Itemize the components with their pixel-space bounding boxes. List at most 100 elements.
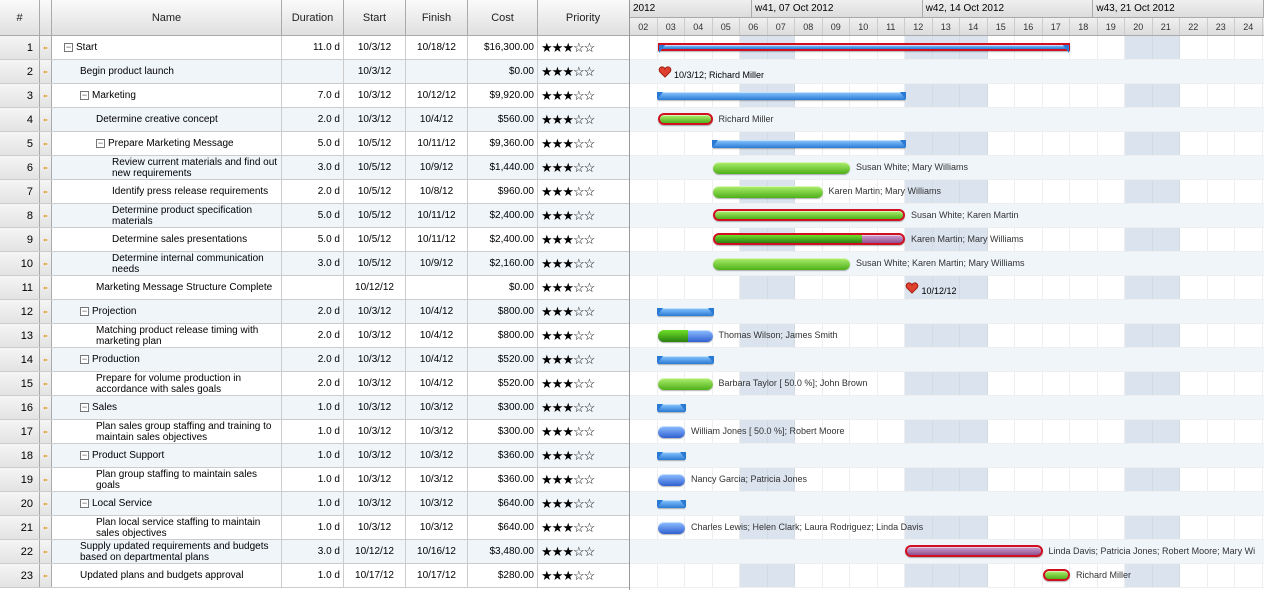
row-link-icon[interactable] — [40, 276, 52, 299]
task-name-cell[interactable]: −Start — [52, 36, 282, 59]
start-cell[interactable]: 10/3/12 — [344, 36, 406, 59]
row-link-icon[interactable] — [40, 204, 52, 227]
table-row[interactable]: 10 Determine internal communication need… — [0, 252, 629, 276]
priority-cell[interactable]: ★★★☆☆ — [538, 492, 628, 515]
cost-cell[interactable]: $520.00 — [468, 372, 538, 395]
gantt-row[interactable] — [630, 132, 1264, 156]
row-number[interactable]: 22 — [0, 540, 40, 563]
gantt-bar[interactable] — [658, 426, 686, 438]
task-name-cell[interactable]: Identify press release requirements — [52, 180, 282, 203]
row-link-icon[interactable] — [40, 372, 52, 395]
gantt-row[interactable] — [630, 492, 1264, 516]
finish-cell[interactable]: 10/9/12 — [406, 252, 468, 275]
duration-cell[interactable]: 3.0 d — [282, 540, 344, 563]
duration-cell[interactable] — [282, 276, 344, 299]
col-header-finish[interactable]: Finish — [406, 0, 468, 35]
outline-toggle[interactable]: − — [80, 451, 89, 460]
table-row[interactable]: 17 Plan sales group staffing and trainin… — [0, 420, 629, 444]
duration-cell[interactable]: 2.0 d — [282, 300, 344, 323]
row-number[interactable]: 8 — [0, 204, 40, 227]
row-number[interactable]: 19 — [0, 468, 40, 491]
cost-cell[interactable]: $2,400.00 — [468, 204, 538, 227]
start-cell[interactable]: 10/3/12 — [344, 348, 406, 371]
priority-cell[interactable]: ★★★☆☆ — [538, 564, 628, 587]
gantt-bar[interactable] — [658, 500, 686, 508]
cost-cell[interactable]: $520.00 — [468, 348, 538, 371]
task-name-cell[interactable]: Determine sales presentations — [52, 228, 282, 251]
row-number[interactable]: 20 — [0, 492, 40, 515]
gantt-bar[interactable] — [658, 330, 713, 342]
row-number[interactable]: 4 — [0, 108, 40, 131]
cost-cell[interactable]: $360.00 — [468, 468, 538, 491]
task-name-cell[interactable]: Determine creative concept — [52, 108, 282, 131]
gantt-row[interactable]: 10/3/12; Richard Miller — [630, 60, 1264, 84]
row-number[interactable]: 6 — [0, 156, 40, 179]
start-cell[interactable]: 10/12/12 — [344, 540, 406, 563]
finish-cell[interactable]: 10/3/12 — [406, 468, 468, 491]
start-cell[interactable]: 10/5/12 — [344, 180, 406, 203]
row-link-icon[interactable] — [40, 516, 52, 539]
table-row[interactable]: 7 Identify press release requirements 2.… — [0, 180, 629, 204]
gantt-bar[interactable] — [713, 233, 906, 245]
outline-toggle[interactable]: − — [80, 499, 89, 508]
table-row[interactable]: 8 Determine product specification materi… — [0, 204, 629, 228]
task-name-cell[interactable]: Plan local service staffing to maintain … — [52, 516, 282, 539]
row-link-icon[interactable] — [40, 132, 52, 155]
table-row[interactable]: 4 Determine creative concept 2.0 d 10/3/… — [0, 108, 629, 132]
table-row[interactable]: 11 Marketing Message Structure Complete … — [0, 276, 629, 300]
gantt-row[interactable]: Richard Miller — [630, 564, 1264, 588]
start-cell[interactable]: 10/17/12 — [344, 564, 406, 587]
priority-cell[interactable]: ★★★☆☆ — [538, 300, 628, 323]
col-header-cost[interactable]: Cost — [468, 0, 538, 35]
gantt-bar[interactable] — [1043, 569, 1071, 581]
col-header-name[interactable]: Name — [52, 0, 282, 35]
duration-cell[interactable]: 2.0 d — [282, 180, 344, 203]
row-number[interactable]: 2 — [0, 60, 40, 83]
gantt-bar[interactable] — [658, 522, 686, 534]
duration-cell[interactable]: 1.0 d — [282, 468, 344, 491]
priority-cell[interactable]: ★★★☆☆ — [538, 204, 628, 227]
table-row[interactable]: 20 −Local Service 1.0 d 10/3/12 10/3/12 … — [0, 492, 629, 516]
finish-cell[interactable]: 10/8/12 — [406, 180, 468, 203]
milestone[interactable]: 10/3/12; Richard Miller — [658, 66, 765, 80]
priority-cell[interactable]: ★★★☆☆ — [538, 60, 628, 83]
task-name-cell[interactable]: −Projection — [52, 300, 282, 323]
gantt-bar[interactable] — [658, 404, 686, 412]
row-link-icon[interactable] — [40, 492, 52, 515]
table-row[interactable]: 12 −Projection 2.0 d 10/3/12 10/4/12 $80… — [0, 300, 629, 324]
finish-cell[interactable]: 10/3/12 — [406, 492, 468, 515]
start-cell[interactable]: 10/3/12 — [344, 420, 406, 443]
finish-cell[interactable]: 10/16/12 — [406, 540, 468, 563]
duration-cell[interactable]: 11.0 d — [282, 36, 344, 59]
row-number[interactable]: 21 — [0, 516, 40, 539]
priority-cell[interactable]: ★★★☆☆ — [538, 180, 628, 203]
gantt-row[interactable]: Barbara Taylor [ 50.0 %]; John Brown — [630, 372, 1264, 396]
row-link-icon[interactable] — [40, 108, 52, 131]
gantt-row[interactable] — [630, 84, 1264, 108]
finish-cell[interactable]: 10/4/12 — [406, 348, 468, 371]
start-cell[interactable]: 10/3/12 — [344, 84, 406, 107]
start-cell[interactable]: 10/3/12 — [344, 372, 406, 395]
table-row[interactable]: 15 Prepare for volume production in acco… — [0, 372, 629, 396]
task-name-cell[interactable]: Determine product specification material… — [52, 204, 282, 227]
duration-cell[interactable]: 5.0 d — [282, 132, 344, 155]
row-number[interactable]: 16 — [0, 396, 40, 419]
cost-cell[interactable]: $1,440.00 — [468, 156, 538, 179]
finish-cell[interactable]: 10/4/12 — [406, 324, 468, 347]
outline-toggle[interactable]: − — [80, 355, 89, 364]
gantt-bar[interactable] — [658, 378, 713, 390]
duration-cell[interactable]: 2.0 d — [282, 324, 344, 347]
priority-cell[interactable]: ★★★☆☆ — [538, 516, 628, 539]
duration-cell[interactable]: 7.0 d — [282, 84, 344, 107]
gantt-bar[interactable] — [658, 92, 906, 100]
gantt-bar[interactable] — [658, 308, 713, 316]
priority-cell[interactable]: ★★★☆☆ — [538, 276, 628, 299]
row-link-icon[interactable] — [40, 84, 52, 107]
cost-cell[interactable]: $9,920.00 — [468, 84, 538, 107]
gantt-bar[interactable] — [713, 258, 851, 270]
row-number[interactable]: 14 — [0, 348, 40, 371]
table-row[interactable]: 14 −Production 2.0 d 10/3/12 10/4/12 $52… — [0, 348, 629, 372]
priority-cell[interactable]: ★★★☆☆ — [538, 372, 628, 395]
row-number[interactable]: 7 — [0, 180, 40, 203]
table-row[interactable]: 18 −Product Support 1.0 d 10/3/12 10/3/1… — [0, 444, 629, 468]
